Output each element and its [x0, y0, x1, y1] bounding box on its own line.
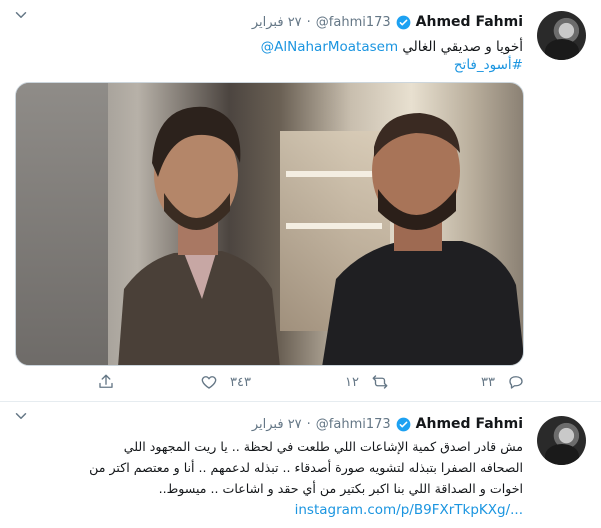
separator-dot: ·: [306, 14, 311, 30]
author-avatar[interactable]: [537, 11, 586, 60]
author-avatar[interactable]: [537, 416, 586, 465]
author-handle[interactable]: @fahmi173: [316, 417, 391, 432]
tweet-media-image[interactable]: [15, 82, 524, 366]
tweet-date[interactable]: ٢٧ فبراير: [252, 15, 302, 30]
author-name[interactable]: Ahmed Fahmi: [416, 14, 523, 30]
retweet-icon: [372, 375, 388, 389]
image-person-left: [118, 106, 280, 365]
chevron-down-icon[interactable]: [12, 407, 30, 425]
mention-link[interactable]: @AlNaharMoatasem: [261, 39, 398, 55]
verified-badge-icon: [396, 15, 411, 29]
hashtag-line: #أسود_فاتح: [454, 55, 523, 75]
share-icon: [99, 374, 113, 388]
tweet[interactable]: ٢٧ فبراير · @fahmi173 Ahmed Fahmi أخويا …: [0, 0, 601, 402]
tweet-text: مش قادر اصدق كمية الإشاعات اللي طلعت في …: [123, 439, 523, 454]
author-name[interactable]: Ahmed Fahmi: [416, 416, 523, 432]
share-button[interactable]: [97, 373, 115, 391]
like-count: ٣٤٣: [230, 374, 251, 390]
retweet-button[interactable]: ١٢: [345, 373, 389, 391]
verified-badge-icon: [396, 417, 411, 431]
tweet-header: ٢٧ فبراير · @fahmi173 Ahmed Fahmi: [252, 12, 523, 32]
like-button[interactable]: ٣٤٣: [200, 373, 251, 391]
instagram-link[interactable]: instagram.com/p/B9FXrTkpKXg/...: [295, 500, 523, 520]
tweet-text: الصحافه الصفرا بتبذله لتشويه صورة أصدقاء…: [89, 460, 523, 475]
tweet-header: ٢٧ فبراير · @fahmi173 Ahmed Fahmi: [252, 414, 523, 434]
image-person-right: [322, 113, 523, 365]
reply-icon: [509, 376, 523, 389]
retweet-count: ١٢: [345, 374, 359, 390]
separator-dot: ·: [306, 416, 311, 432]
author-handle[interactable]: @fahmi173: [316, 15, 391, 30]
tweet-text: اخوات و الصداقة اللي بنا اكبر بكتير من أ…: [158, 481, 523, 496]
reply-button[interactable]: ٣٣: [481, 373, 525, 391]
chevron-down-icon[interactable]: [12, 6, 30, 24]
reply-count: ٣٣: [481, 374, 495, 390]
tweet-text-line: أخويا و صديقي الغالي @AlNaharMoatasem: [261, 37, 523, 57]
image-wall: [16, 83, 108, 365]
tweet-date[interactable]: ٢٧ فبراير: [252, 417, 302, 432]
timeline: ٢٧ فبراير · @fahmi173 Ahmed Fahmi أخويا …: [0, 0, 601, 528]
hashtag-link[interactable]: #أسود_فاتح: [454, 57, 523, 73]
tweet-text: أخويا و صديقي الغالي: [402, 39, 523, 55]
heart-icon: [201, 376, 217, 389]
tweet-actions: ٣٤٣ ١٢ ٣٣: [0, 373, 601, 393]
